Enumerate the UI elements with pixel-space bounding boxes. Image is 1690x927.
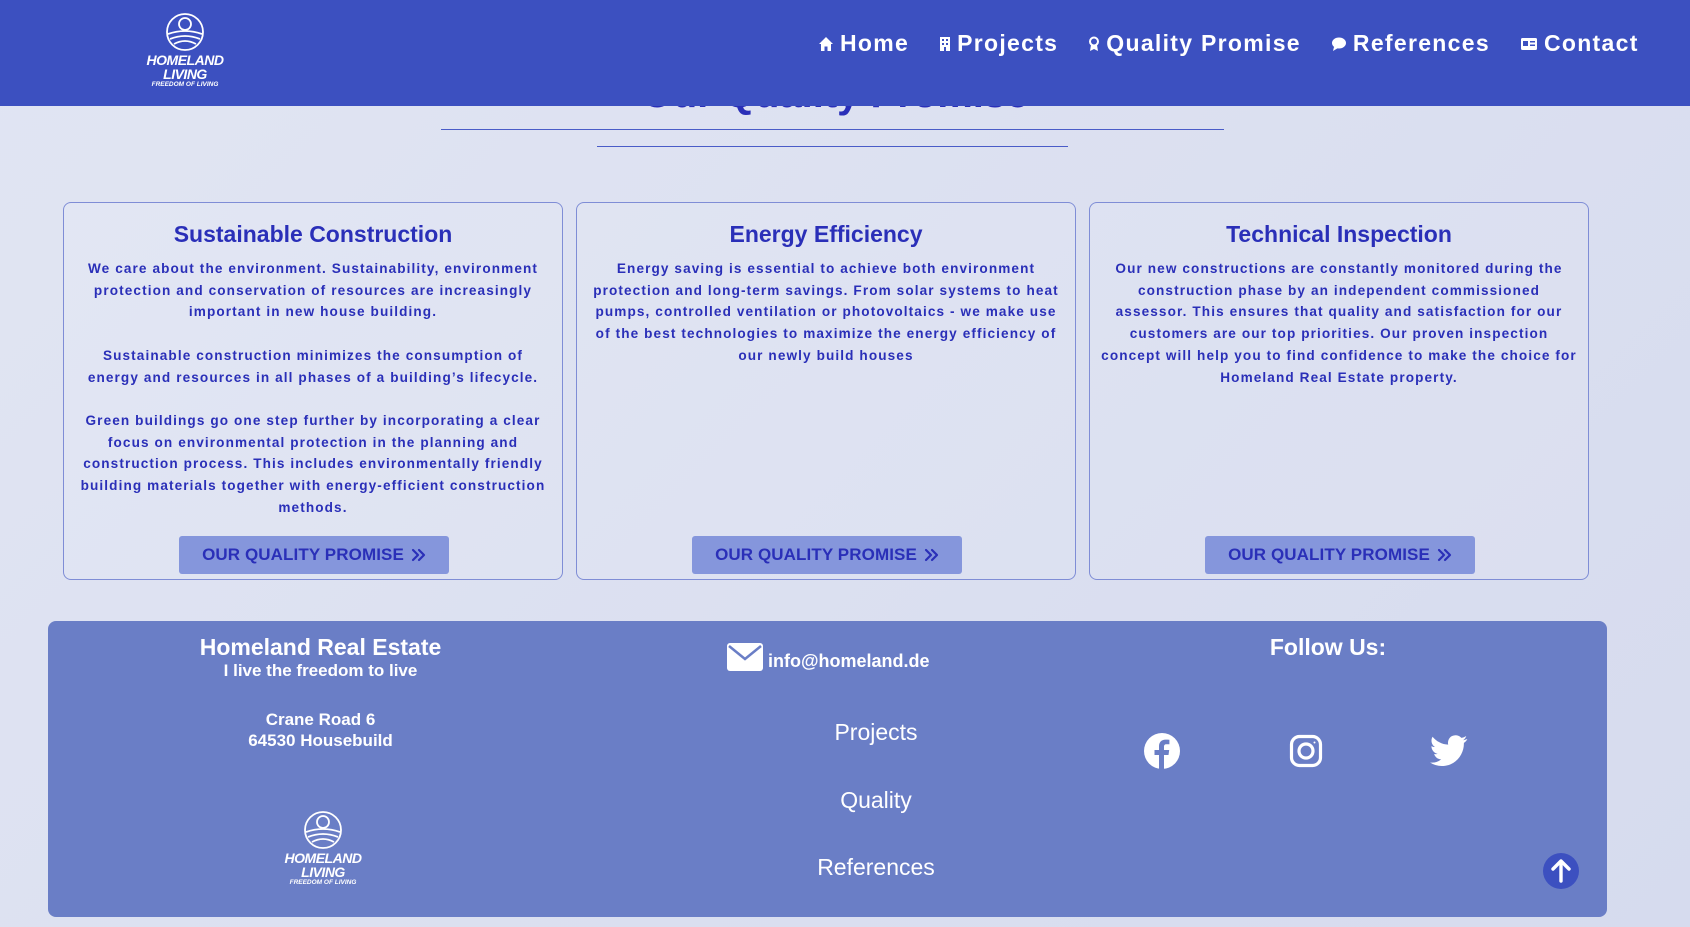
envelope-icon bbox=[727, 642, 763, 671]
footer-link-projects[interactable]: Projects bbox=[688, 719, 1064, 746]
footer-company-info: Homeland Real Estate I live the freedom … bbox=[48, 633, 593, 751]
footer-address-street: Crane Road 6 bbox=[265, 710, 376, 729]
double-chevron-right-icon bbox=[1437, 548, 1452, 562]
chat-bubble-icon bbox=[1331, 36, 1347, 52]
quality-promise-button-label: OUR QUALITY PROMISE bbox=[202, 545, 404, 564]
card-paragraph: Green buildings go one step further by i… bbox=[80, 412, 546, 515]
nav-home[interactable]: Home bbox=[818, 30, 909, 57]
twitter-icon[interactable] bbox=[1429, 731, 1469, 771]
logo-globe-icon bbox=[304, 811, 342, 849]
quality-promise-button-label: OUR QUALITY PROMISE bbox=[1228, 545, 1430, 564]
footer-email-link[interactable]: info@homeland.de bbox=[726, 641, 930, 672]
logo-tagline: FREEDOM OF LIVING bbox=[151, 81, 219, 88]
card-paragraph: We care about the environment. Sustainab… bbox=[87, 261, 539, 320]
footer-address-city: 64530 Housebuild bbox=[248, 731, 393, 750]
building-icon bbox=[939, 36, 951, 52]
card-paragraph: Energy saving is essential to achieve bo… bbox=[593, 261, 1059, 363]
instagram-icon[interactable] bbox=[1286, 731, 1326, 771]
card-title: Energy Efficiency bbox=[729, 221, 923, 247]
main-nav: Home Projects Quality Promise References… bbox=[818, 30, 1639, 57]
nav-projects-label: Projects bbox=[957, 30, 1059, 56]
nav-references[interactable]: References bbox=[1331, 30, 1490, 57]
nav-contact[interactable]: Contact bbox=[1520, 30, 1639, 57]
facebook-icon[interactable] bbox=[1142, 731, 1182, 771]
nav-contact-label: Contact bbox=[1543, 30, 1639, 56]
footer-email-text: info@homeland.de bbox=[768, 651, 930, 671]
card-text: Our new constructions are constantly mon… bbox=[1101, 258, 1577, 388]
quality-promise-button[interactable]: OUR QUALITY PROMISE bbox=[179, 536, 449, 574]
header-logo[interactable]: HOMELAND LIVING FREEDOM OF LIVING bbox=[130, 12, 240, 89]
quality-promise-button[interactable]: OUR QUALITY PROMISE bbox=[1205, 536, 1475, 574]
card-paragraph: Sustainable construction minimizes the c… bbox=[87, 347, 539, 385]
card-title: Sustainable Construction bbox=[173, 221, 453, 247]
double-chevron-right-icon bbox=[924, 548, 939, 562]
nav-quality-promise-label: Quality Promise bbox=[1106, 30, 1301, 56]
footer-logo[interactable]: HOMELAND LIVING FREEDOM OF LIVING bbox=[268, 810, 378, 887]
nav-references-label: References bbox=[1352, 30, 1490, 56]
scroll-to-top-button[interactable] bbox=[1543, 853, 1579, 889]
contact-card-icon bbox=[1520, 37, 1538, 51]
site-footer: Homeland Real Estate I live the freedom … bbox=[48, 621, 1607, 917]
card-sustainable-construction: Sustainable Construction We care about t… bbox=[63, 202, 563, 580]
logo-name: HOMELAND LIVING bbox=[146, 52, 224, 82]
logo-name: HOMELAND LIVING bbox=[284, 850, 362, 880]
card-text: Energy saving is essential to achieve bo… bbox=[588, 258, 1064, 367]
footer-follow-heading: Follow Us: bbox=[1269, 634, 1387, 660]
arrow-up-icon bbox=[1551, 859, 1571, 883]
card-technical-inspection: Technical Inspection Our new constructio… bbox=[1089, 202, 1589, 580]
site-header: HOMELAND LIVING FREEDOM OF LIVING Home P… bbox=[0, 0, 1690, 106]
nav-quality-promise[interactable]: Quality Promise bbox=[1088, 30, 1301, 57]
footer-link-references[interactable]: References bbox=[688, 854, 1064, 881]
footer-link-quality[interactable]: Quality bbox=[688, 787, 1064, 814]
quality-promise-button[interactable]: OUR QUALITY PROMISE bbox=[692, 536, 962, 574]
card-paragraph: Our new constructions are constantly mon… bbox=[1101, 261, 1577, 385]
home-icon bbox=[818, 36, 834, 52]
footer-company-name: Homeland Real Estate bbox=[199, 634, 442, 660]
logo-tagline: FREEDOM OF LIVING bbox=[289, 879, 357, 886]
title-divider-long bbox=[441, 129, 1224, 130]
title-divider-short bbox=[597, 146, 1068, 147]
card-title: Technical Inspection bbox=[1226, 221, 1452, 247]
nav-home-label: Home bbox=[840, 30, 910, 56]
footer-tagline: I live the freedom to live bbox=[223, 661, 418, 680]
card-energy-efficiency: Energy Efficiency Energy saving is essen… bbox=[576, 202, 1076, 580]
nav-projects[interactable]: Projects bbox=[939, 30, 1058, 57]
card-text: We care about the environment. Sustainab… bbox=[75, 258, 551, 518]
logo-globe-icon bbox=[166, 13, 204, 51]
award-icon bbox=[1088, 36, 1100, 52]
quality-promise-button-label: OUR QUALITY PROMISE bbox=[715, 545, 917, 564]
double-chevron-right-icon bbox=[411, 548, 426, 562]
